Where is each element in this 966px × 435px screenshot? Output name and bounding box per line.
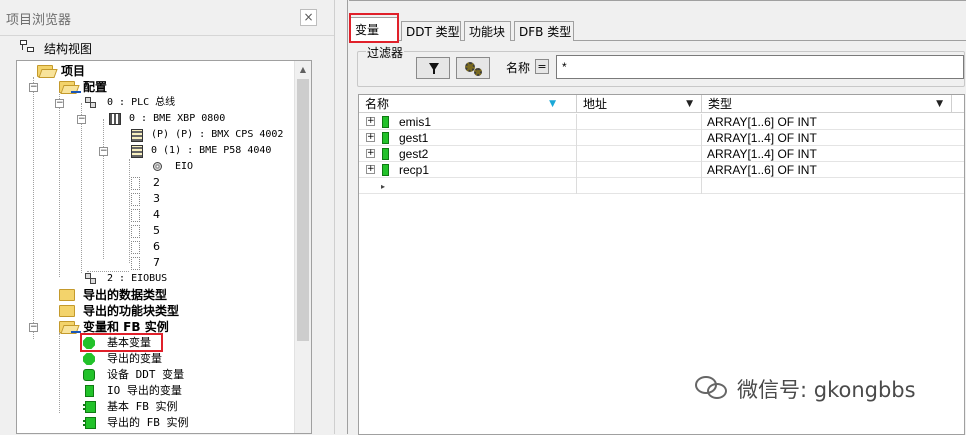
collapse-icon[interactable]: − [99,147,108,156]
tab-function-blocks[interactable]: 功能块 [464,21,511,41]
rack-icon [109,113,121,125]
tree-item-configuration[interactable]: − 配置 [17,79,287,95]
filter-group: 过滤器 名称 = * [357,44,965,87]
collapse-icon[interactable]: − [55,99,64,108]
sort-indicator-icon[interactable]: ▼ [549,95,556,113]
wechat-icon [695,376,731,400]
pane-splitter[interactable] [334,0,348,434]
column-header-name[interactable]: 名称 ▼ [359,95,577,113]
column-header-type[interactable]: 类型 ▼ [702,95,952,113]
table-row[interactable]: + emis1 ARRAY[1..6] OF INT [359,114,964,130]
dropdown-arrow-icon[interactable]: ▼ [686,95,693,113]
column-header-address[interactable]: 地址 ▼ [577,95,702,113]
expand-icon[interactable]: + [366,133,375,142]
highlight-frame [80,333,163,352]
eio-port-icon [153,162,162,171]
project-browser-panel: 项目浏览器 × 结构视图 项目 − 配置 − 0: PLC 总线 − 0: … [0,0,334,434]
tree-item-derived-fb[interactable]: 导出的 FB 实例 [17,415,287,431]
tree-item-elementary-fb[interactable]: 基本 FB 实例 [17,399,287,415]
tree-item-derived-data-types[interactable]: 导出的数据类型 [17,287,287,303]
bus-icon [85,273,97,285]
folder-icon [59,305,75,317]
device-ddt-icon [83,369,95,381]
filter-button[interactable] [416,57,450,79]
expand-icon[interactable]: + [366,117,375,126]
tree-item-slot[interactable]: 5 [17,223,217,239]
variable-icon [382,164,389,176]
empty-slot-icon [131,209,140,222]
tab-ddt-types[interactable]: DDT 类型 [401,21,461,41]
filter-settings-button[interactable] [456,57,490,79]
tree-item-rack[interactable]: − 0 : BME XBP 0800 [17,111,287,127]
tree-item-plc-bus[interactable]: − 0 : PLC 总线 [17,95,287,111]
highlight-frame [349,13,399,43]
structure-view-icon [20,40,36,54]
collapse-icon[interactable]: − [29,83,38,92]
function-block-icon [83,417,96,429]
expand-icon[interactable]: + [366,149,375,158]
filter-operator-button[interactable]: = [535,59,549,74]
editor-tabs: 变量 DDT 类型 功能块 DFB 类型 [349,15,966,42]
project-browser-titlebar: 项目浏览器 × [0,0,334,36]
derived-variable-icon [83,353,95,365]
filter-legend: 过滤器 [366,44,405,61]
expand-icon[interactable]: + [366,165,375,174]
folder-icon [59,289,75,301]
tab-dfb-types[interactable]: DFB 类型 [514,21,574,41]
tree-item-slot[interactable]: 6 [17,239,217,255]
tree-item-derived-fb-types[interactable]: 导出的功能块类型 [17,303,287,319]
collapse-icon[interactable]: − [77,115,86,124]
data-editor-panel: 变量 DDT 类型 功能块 DFB 类型 过滤器 名称 = * 名称 ▼ 地址 [349,0,966,435]
tree-vertical-scrollbar[interactable]: ▲ [294,61,311,433]
function-block-icon [83,401,96,413]
table-row[interactable]: + recp1 ARRAY[1..6] OF INT [359,162,964,178]
variable-icon [382,132,389,144]
tree-item-cpu[interactable]: − 0 (1) : BME P58 4040 [17,143,297,159]
filter-name-label: 名称 [506,61,531,75]
new-row-arrow-icon: ▸ [381,182,386,191]
scroll-thumb[interactable] [297,79,309,341]
empty-slot-icon [131,193,140,206]
tree-item-project[interactable]: 项目 [17,63,287,79]
gears-icon [464,61,484,77]
new-entry-row[interactable]: ▸ [359,178,964,194]
empty-slot-icon [131,177,140,190]
project-browser-title: 项目浏览器 [6,13,72,28]
empty-slot-icon [131,241,140,254]
filter-name-input[interactable]: * [556,55,964,79]
tree-item-slot[interactable]: 7 [17,255,217,271]
folder-open-icon [37,65,53,77]
tree-item-power-supply[interactable]: (P) (P) : BMX CPS 4002 [17,127,297,143]
bus-icon [85,97,97,109]
tree-item-device-ddt-variables[interactable]: 设备 DDT 变量 [17,367,287,383]
empty-slot-icon [131,225,140,238]
variable-icon [382,116,389,128]
collapse-icon[interactable]: − [29,323,38,332]
scroll-up-arrow-icon[interactable]: ▲ [295,61,311,78]
project-tree[interactable]: 项目 − 配置 − 0 : PLC 总线 − 0 : BME XBP 0800 … [16,60,312,434]
tree-item-slot[interactable]: 4 [17,207,217,223]
tree-item-eio[interactable]: EIO [17,159,287,175]
empty-slot-icon [131,257,140,270]
table-row[interactable]: + gest1 ARRAY[1..4] OF INT [359,130,964,146]
arrow-icon [71,87,81,93]
tree-item-slot[interactable]: 3 [17,191,217,207]
grid-header: 名称 ▼ 地址 ▼ 类型 ▼ [359,95,964,113]
variable-icon [382,148,389,160]
tree-item-derived-variables[interactable]: 导出的变量 [17,351,287,367]
close-button[interactable]: × [300,9,317,26]
table-row[interactable]: + gest2 ARRAY[1..4] OF INT [359,146,964,162]
tree-item-slot[interactable]: 2 [17,175,217,191]
module-icon [131,129,143,142]
dropdown-arrow-icon[interactable]: ▼ [936,95,943,113]
module-icon [131,145,143,158]
tree-item-io-derived-variables[interactable]: IO 导出的变量 [17,383,287,399]
io-variable-icon [85,385,94,397]
tree-item-eiobus[interactable]: 2 : EIOBUS [17,271,287,287]
